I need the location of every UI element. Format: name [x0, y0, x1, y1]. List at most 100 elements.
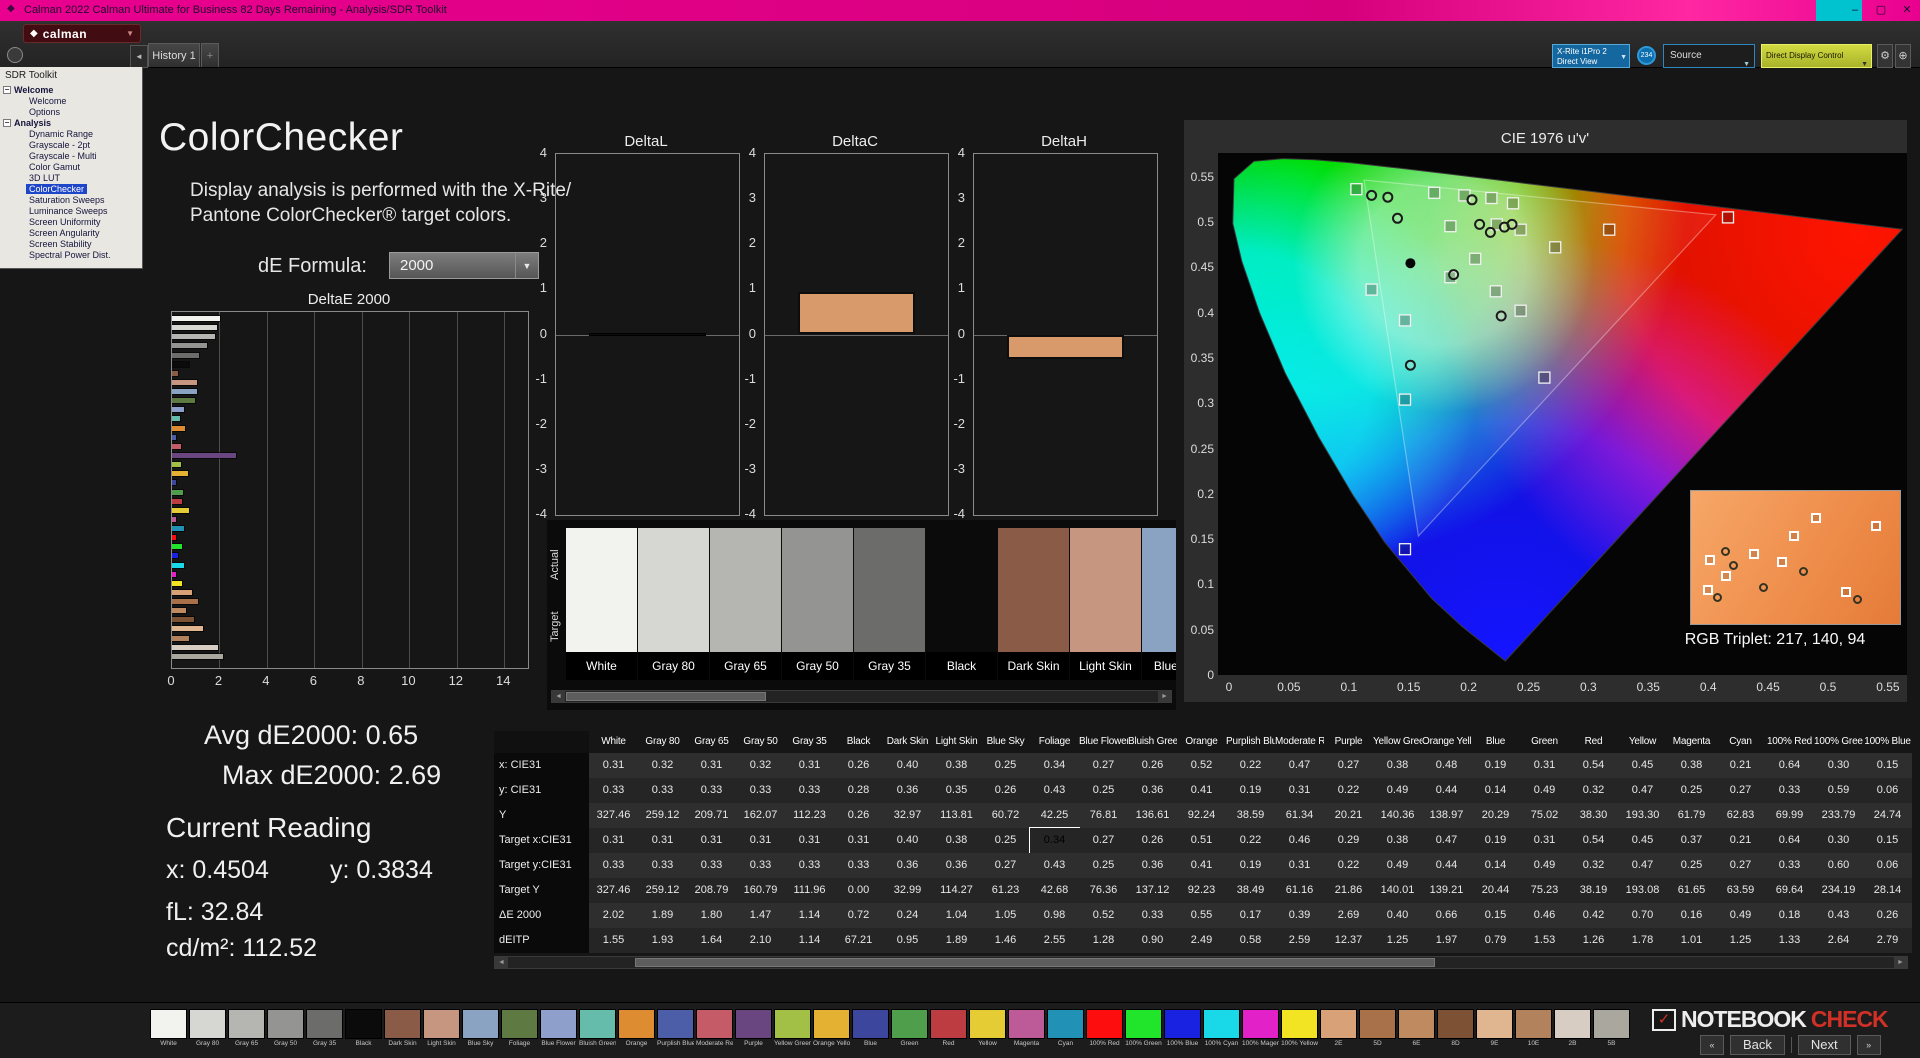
- table-cell[interactable]: 21.86: [1324, 878, 1373, 903]
- sidebar-item-screen-angularity[interactable]: Screen Angularity: [0, 227, 142, 238]
- table-cell[interactable]: 0.64: [1765, 753, 1814, 778]
- table-cell[interactable]: 42.25: [1030, 803, 1079, 828]
- table-cell[interactable]: 0.22: [1324, 853, 1373, 878]
- swatch-scrollbar[interactable]: ◄ ►: [551, 690, 1172, 703]
- table-cell[interactable]: 2.59: [1275, 928, 1324, 953]
- table-cell[interactable]: 0.19: [1226, 853, 1275, 878]
- table-cell[interactable]: 0.49: [1716, 903, 1765, 928]
- table-cell[interactable]: 0.33: [1765, 778, 1814, 803]
- sidebar-group-welcome[interactable]: −Welcome: [0, 84, 142, 95]
- table-cell[interactable]: 1.05: [981, 903, 1030, 928]
- table-cell[interactable]: 1.04: [932, 903, 981, 928]
- table-cell[interactable]: 0.72: [834, 903, 883, 928]
- bottom-patch-gray-65[interactable]: Gray 65: [228, 1009, 265, 1049]
- table-cell[interactable]: 0.26: [1128, 753, 1177, 778]
- table-cell[interactable]: 0.15: [1863, 828, 1912, 853]
- bottom-patch-dark-skin[interactable]: Dark Skin: [384, 1009, 421, 1049]
- table-cell[interactable]: 138.97: [1422, 803, 1471, 828]
- table-cell[interactable]: 63.59: [1716, 878, 1765, 903]
- table-cell[interactable]: 69.99: [1765, 803, 1814, 828]
- table-cell[interactable]: 38.49: [1226, 878, 1275, 903]
- table-cell[interactable]: 113.81: [932, 803, 981, 828]
- table-cell[interactable]: 259.12: [638, 878, 687, 903]
- table-cell[interactable]: 0.33: [687, 778, 736, 803]
- table-cell[interactable]: 0.26: [981, 778, 1030, 803]
- table-cell[interactable]: 1.89: [932, 928, 981, 953]
- table-cell[interactable]: 0.36: [1128, 853, 1177, 878]
- tab-history-1[interactable]: History 1: [148, 43, 200, 67]
- settings-button[interactable]: ⚙: [1877, 44, 1893, 68]
- table-cell[interactable]: 208.79: [687, 878, 736, 903]
- table-cell[interactable]: 0.22: [1226, 753, 1275, 778]
- patch-swatch-gray-80[interactable]: Gray 80: [638, 528, 709, 680]
- table-cell[interactable]: 0.25: [981, 828, 1030, 853]
- table-cell[interactable]: 0.41: [1177, 778, 1226, 803]
- table-cell[interactable]: 0.49: [1520, 778, 1569, 803]
- table-cell[interactable]: 233.79: [1814, 803, 1863, 828]
- table-cell[interactable]: 0.49: [1373, 853, 1422, 878]
- table-cell[interactable]: 61.34: [1275, 803, 1324, 828]
- table-cell[interactable]: 0.34: [1030, 828, 1079, 853]
- bottom-patch-black[interactable]: Black: [345, 1009, 382, 1049]
- bottom-patch-blue-flower[interactable]: Blue Flower: [540, 1009, 577, 1049]
- table-cell[interactable]: 61.23: [981, 878, 1030, 903]
- table-cell[interactable]: 0.49: [1520, 853, 1569, 878]
- first-page-button[interactable]: «: [1700, 1035, 1724, 1055]
- table-cell[interactable]: 0.22: [1324, 778, 1373, 803]
- table-cell[interactable]: 0.36: [883, 853, 932, 878]
- table-cell[interactable]: 259.12: [638, 803, 687, 828]
- minimize-button[interactable]: –: [1842, 0, 1868, 21]
- patch-swatch-blue-sky[interactable]: Blue Sky: [1142, 528, 1176, 680]
- back-button[interactable]: Back: [1730, 1035, 1785, 1055]
- table-cell[interactable]: 61.79: [1667, 803, 1716, 828]
- bottom-patch-5d[interactable]: 5D: [1359, 1009, 1396, 1049]
- table-cell[interactable]: 0.40: [883, 828, 932, 853]
- table-cell[interactable]: 1.53: [1520, 928, 1569, 953]
- table-cell[interactable]: 0.31: [834, 828, 883, 853]
- bottom-patch-gray-35[interactable]: Gray 35: [306, 1009, 343, 1049]
- table-cell[interactable]: 0.43: [1030, 853, 1079, 878]
- next-button[interactable]: Next: [1798, 1035, 1851, 1055]
- table-cell[interactable]: 0.48: [1422, 753, 1471, 778]
- table-cell[interactable]: 0.44: [1422, 778, 1471, 803]
- table-cell[interactable]: 0.38: [1373, 828, 1422, 853]
- bottom-patch-blue[interactable]: Blue: [852, 1009, 889, 1049]
- bottom-patch-yellow-green[interactable]: Yellow Green: [774, 1009, 811, 1049]
- table-cell[interactable]: 38.19: [1569, 878, 1618, 903]
- last-page-button[interactable]: »: [1857, 1035, 1881, 1055]
- table-cell[interactable]: 0.33: [785, 778, 834, 803]
- table-cell[interactable]: 0.29: [1324, 828, 1373, 853]
- table-cell[interactable]: 0.27: [981, 853, 1030, 878]
- table-cell[interactable]: 1.25: [1716, 928, 1765, 953]
- table-cell[interactable]: 0.27: [1716, 778, 1765, 803]
- table-cell[interactable]: 0.49: [1373, 778, 1422, 803]
- table-cell[interactable]: 0.14: [1471, 778, 1520, 803]
- bottom-patch-6e[interactable]: 6E: [1398, 1009, 1435, 1049]
- table-cell[interactable]: 0.31: [589, 828, 638, 853]
- table-cell[interactable]: 0.38: [932, 753, 981, 778]
- table-cell[interactable]: 0.30: [1814, 753, 1863, 778]
- bottom-patch-orange[interactable]: Orange: [618, 1009, 655, 1049]
- table-cell[interactable]: 60.72: [981, 803, 1030, 828]
- table-cell[interactable]: 0.14: [1471, 853, 1520, 878]
- table-cell[interactable]: 0.33: [834, 853, 883, 878]
- table-cell[interactable]: 24.74: [1863, 803, 1912, 828]
- bottom-patch-10e[interactable]: 10E: [1515, 1009, 1552, 1049]
- table-cell[interactable]: 2.55: [1030, 928, 1079, 953]
- table-cell[interactable]: 0.59: [1814, 778, 1863, 803]
- table-cell[interactable]: 28.14: [1863, 878, 1912, 903]
- table-cell[interactable]: 0.31: [638, 828, 687, 853]
- bottom-patch-moderate-red[interactable]: Moderate Red: [696, 1009, 733, 1049]
- table-cell[interactable]: 12.37: [1324, 928, 1373, 953]
- table-cell[interactable]: 139.21: [1422, 878, 1471, 903]
- table-cell[interactable]: 0.27: [1324, 753, 1373, 778]
- table-cell[interactable]: 0.25: [1079, 853, 1128, 878]
- table-cell[interactable]: 76.36: [1079, 878, 1128, 903]
- table-cell[interactable]: 2.79: [1863, 928, 1912, 953]
- table-cell[interactable]: 0.46: [1520, 903, 1569, 928]
- table-cell[interactable]: 2.64: [1814, 928, 1863, 953]
- bottom-patch-purple[interactable]: Purple: [735, 1009, 772, 1049]
- target-button[interactable]: ⊕: [1895, 44, 1911, 68]
- bottom-patch-5b[interactable]: 5B: [1593, 1009, 1630, 1049]
- table-cell[interactable]: 0.31: [1520, 753, 1569, 778]
